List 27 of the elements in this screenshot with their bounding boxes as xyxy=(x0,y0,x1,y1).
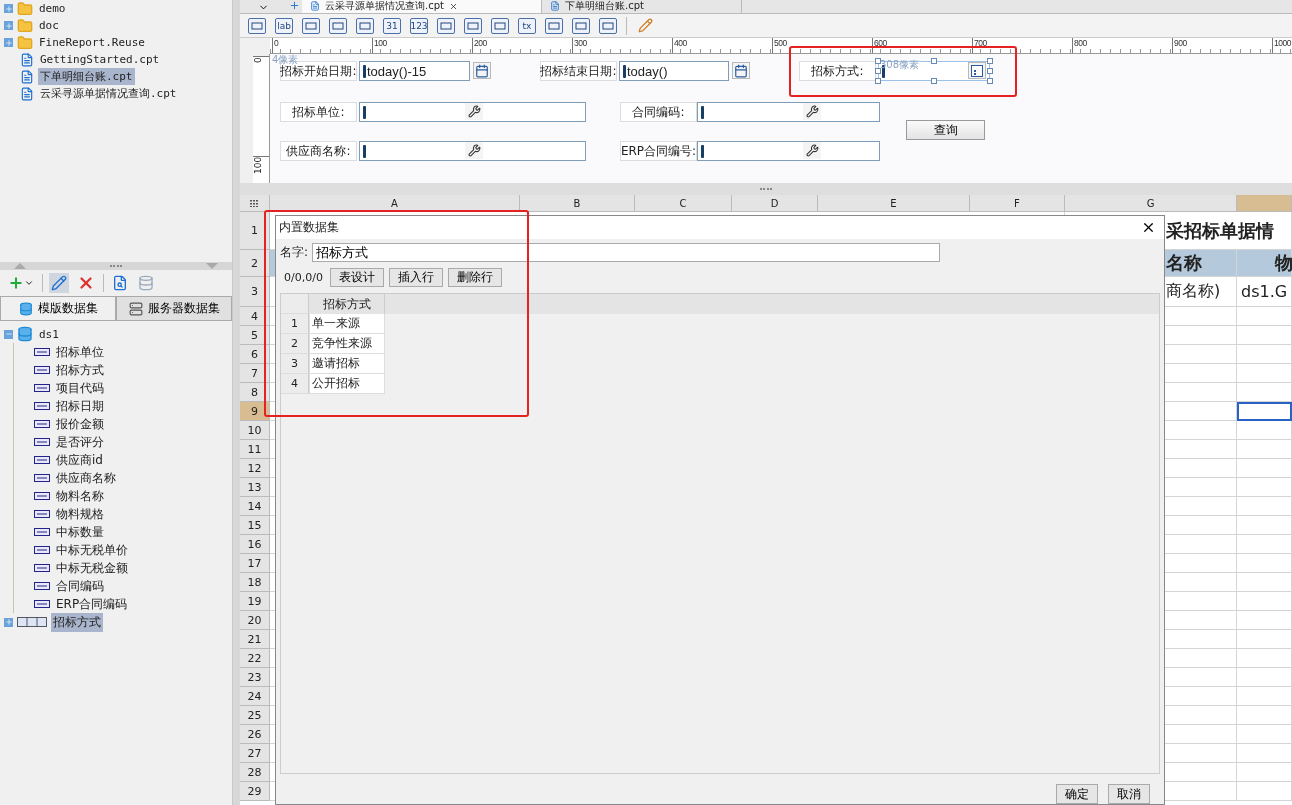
ruler-mark: 0 xyxy=(253,56,269,156)
form-label: 供应商名称: xyxy=(280,141,357,161)
form-label: 招标单位: xyxy=(280,102,357,122)
dialog-title: 内置数据集 xyxy=(279,219,339,236)
ruler-mark: 0 xyxy=(272,38,372,53)
row-number: 3 xyxy=(281,354,309,374)
row-counter: 0/0,0/0 xyxy=(284,271,323,284)
ruler-mark: 300 xyxy=(572,38,672,53)
form-label: ERP合同编号: xyxy=(620,141,697,161)
ruler-mark: 400 xyxy=(672,38,772,53)
row-number: 2 xyxy=(281,334,309,354)
ruler-mark: 1000 xyxy=(1272,38,1292,53)
name-label: 名字: xyxy=(280,244,309,261)
ruler-mark: 100 xyxy=(253,156,269,183)
ruler-mark: 700 xyxy=(972,38,1072,53)
size-hint: 308像素 xyxy=(880,59,920,70)
form-label: 招标方式: xyxy=(799,61,876,81)
row-number: 4 xyxy=(281,374,309,394)
form-label: 招标结束日期: xyxy=(540,61,617,81)
ruler-mark: 100 xyxy=(372,38,472,53)
row-number: 1 xyxy=(281,314,309,334)
ruler-mark: 600 xyxy=(872,38,972,53)
ruler-mark: 800 xyxy=(1072,38,1172,53)
ruler-mark: 500 xyxy=(772,38,872,53)
form-label: 合同编码: xyxy=(620,102,697,122)
ruler-mark: 900 xyxy=(1172,38,1272,53)
ruler-mark: 200 xyxy=(472,38,572,53)
